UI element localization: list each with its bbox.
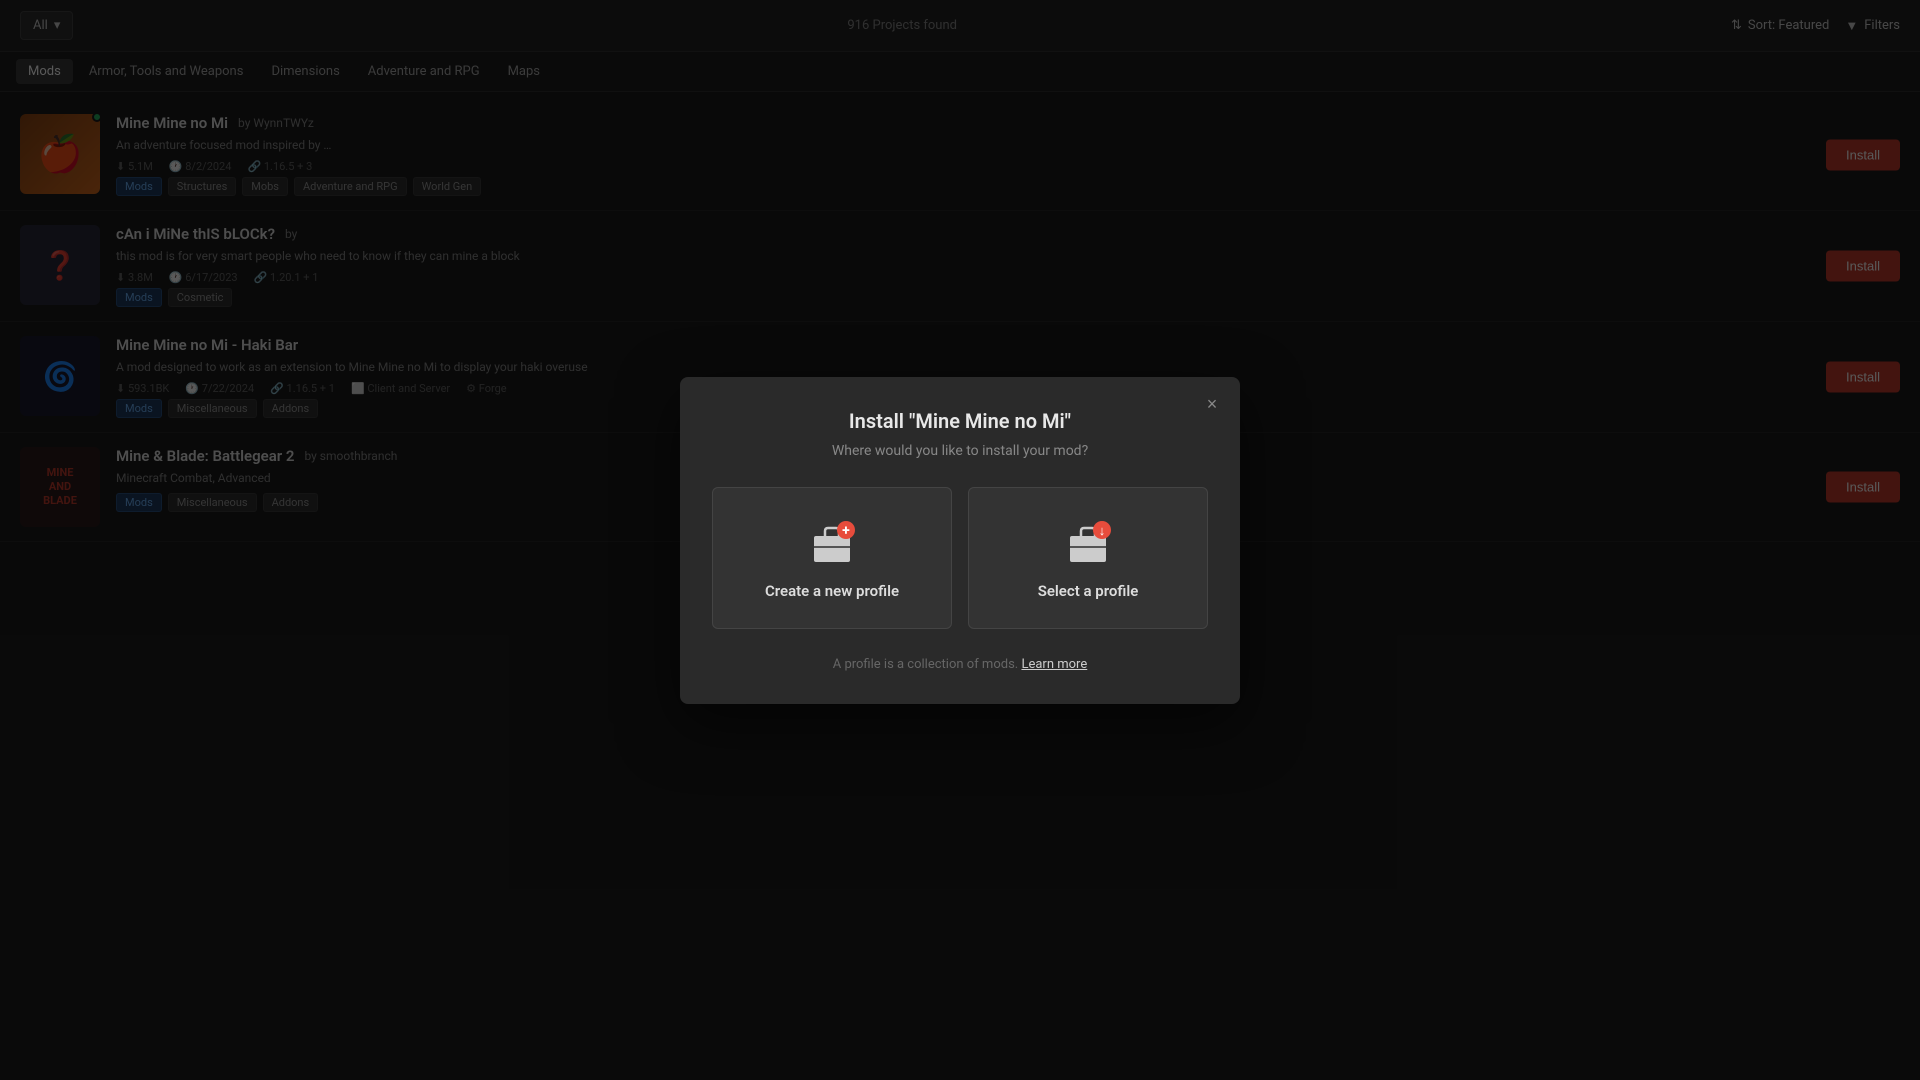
svg-text:↓: ↓ xyxy=(1099,524,1106,539)
create-profile-icon: + xyxy=(806,516,858,568)
modal-footer-text: A profile is a collection of mods. xyxy=(833,657,1019,672)
modal-footer: A profile is a collection of mods. Learn… xyxy=(712,657,1208,672)
modal-close-button[interactable]: × xyxy=(1198,391,1226,419)
svg-text:+: + xyxy=(842,523,850,539)
learn-more-link[interactable]: Learn more xyxy=(1021,657,1087,672)
create-new-profile-option[interactable]: + Create a new profile xyxy=(712,487,952,629)
select-profile-label: Select a profile xyxy=(1038,582,1139,600)
modal-title: Install "Mine Mine no Mi" xyxy=(712,409,1208,433)
modal-overlay: × Install "Mine Mine no Mi" Where would … xyxy=(0,0,1920,1080)
select-profile-option[interactable]: ↓ Select a profile xyxy=(968,487,1208,629)
modal-subtitle: Where would you like to install your mod… xyxy=(712,443,1208,459)
modal-options: + Create a new profile xyxy=(712,487,1208,629)
create-new-profile-label: Create a new profile xyxy=(765,582,899,600)
select-profile-icon: ↓ xyxy=(1062,516,1114,568)
install-modal: × Install "Mine Mine no Mi" Where would … xyxy=(680,377,1240,704)
